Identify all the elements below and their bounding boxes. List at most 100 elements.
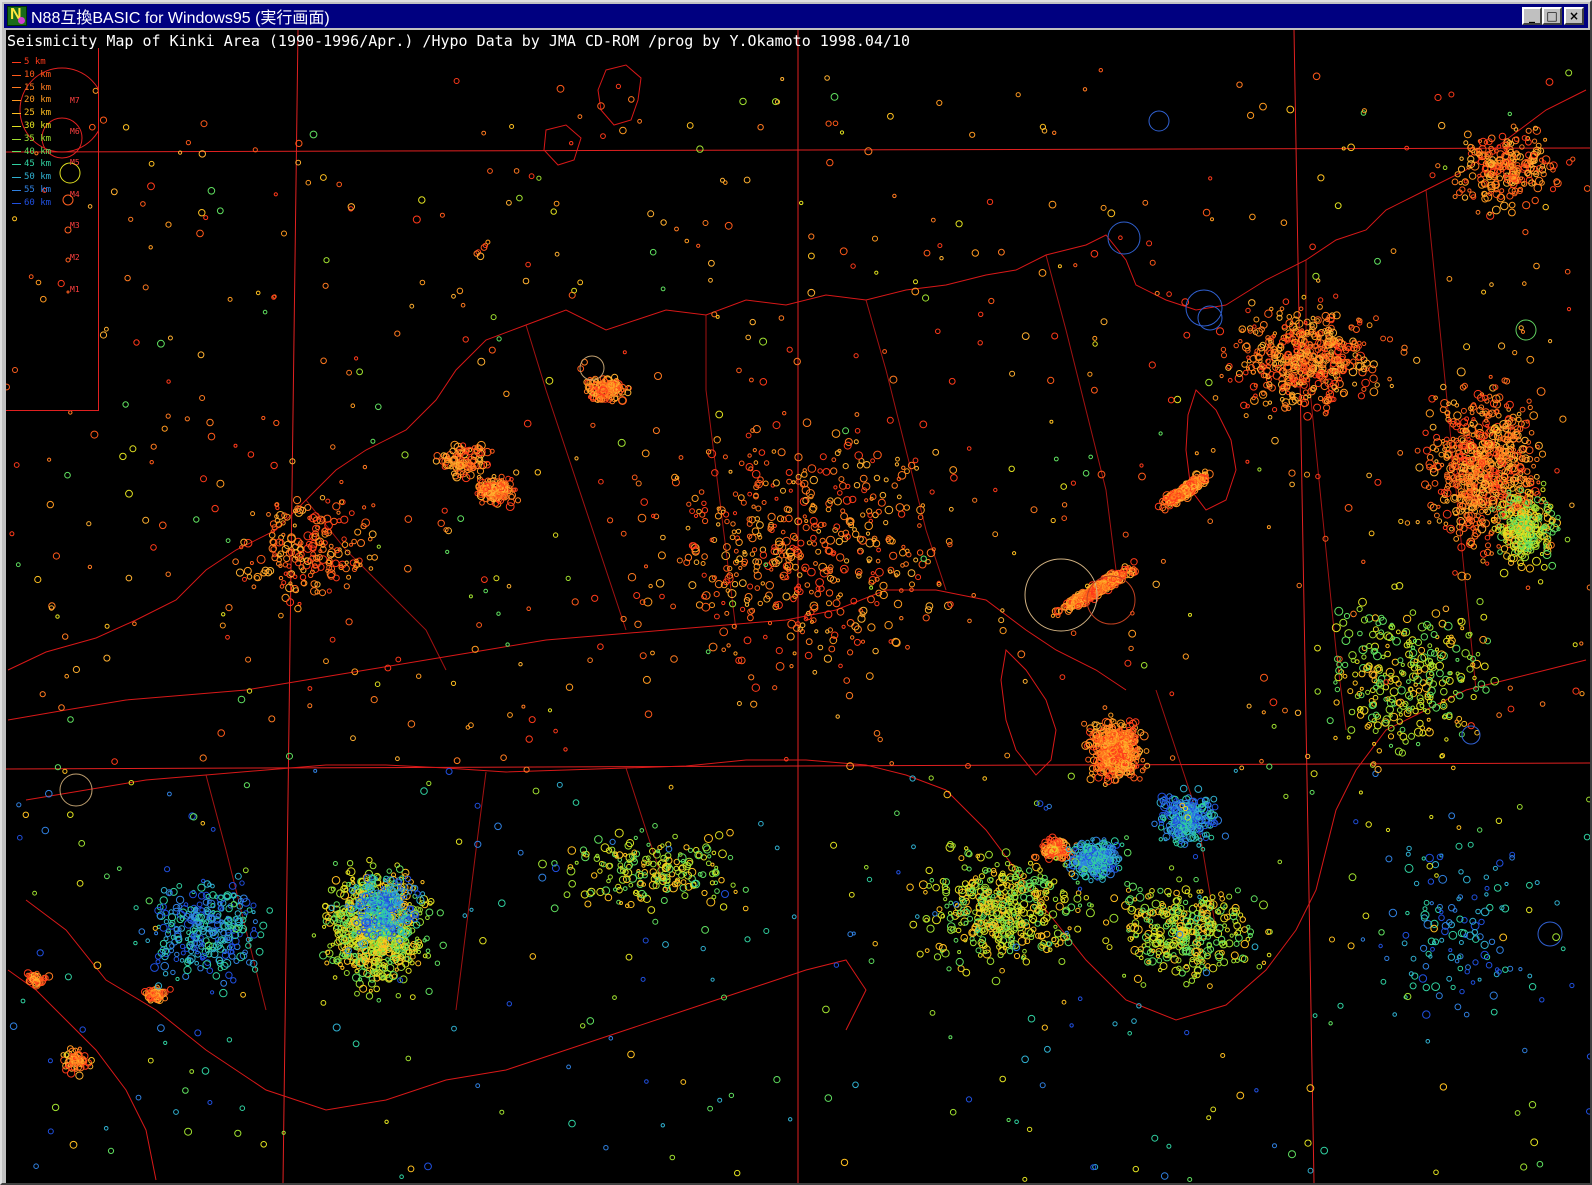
earthquake-marker [1151, 820, 1158, 827]
coastline-oki-island [597, 64, 642, 126]
earthquake-marker [183, 965, 192, 975]
minimize-button[interactable]: _ [1522, 7, 1542, 25]
map-grid [6, 30, 1590, 1183]
earthquake-marker [175, 895, 185, 905]
earthquake-marker [1085, 839, 1090, 845]
earthquake-marker [1525, 446, 1534, 455]
earthquake-marker [1313, 403, 1322, 412]
earthquake-marker [1536, 480, 1541, 485]
earthquake-marker [163, 919, 169, 925]
earthquake-marker [407, 902, 412, 907]
earthquake-marker [1527, 404, 1533, 411]
drawing-canvas[interactable]: Seismicity Map of Kinki Area (1990-1996/… [6, 30, 1590, 1183]
earthquake-marker [1548, 561, 1557, 570]
maximize-icon: □ [1546, 9, 1558, 23]
earthquake-marker [1429, 423, 1437, 431]
earthquake-marker [1361, 386, 1367, 392]
earthquake-marker [1480, 558, 1486, 564]
earthquake-marker [1485, 561, 1490, 566]
earthquake-marker [479, 500, 485, 506]
earthquake-marker [179, 958, 185, 963]
earthquake-marker [1317, 304, 1323, 310]
earthquake-marker [163, 936, 169, 942]
window-title: N88互換BASIC for Windows95 (実行画面) [31, 10, 330, 27]
earthquake-marker [199, 935, 204, 940]
earthquake-marker [250, 902, 257, 909]
earthquake-marker [1460, 407, 1467, 414]
earthquake-marker [1449, 526, 1454, 532]
earthquake-marker [1454, 483, 1459, 488]
earthquake-marker [1241, 361, 1248, 368]
earthquake-marker [180, 950, 186, 956]
earthquake-marker [410, 953, 416, 960]
earthquake-marker [366, 856, 373, 864]
earthquake-marker [225, 904, 233, 913]
earthquake-marker [368, 988, 373, 993]
earthquake-marker [1505, 400, 1514, 409]
earthquake-marker [1108, 712, 1114, 718]
coastline-seto-north [7, 589, 1127, 721]
earthquake-marker [259, 921, 268, 930]
window-controls: _ □ × [1522, 7, 1584, 25]
earthquake-marker [1404, 520, 1411, 526]
earthquake-marker [1238, 339, 1243, 344]
earthquake-marker [219, 988, 228, 998]
maximize-button[interactable]: □ [1542, 7, 1562, 25]
earthquake-marker [514, 497, 522, 504]
earthquake-marker [1540, 480, 1547, 487]
earthquake-marker [1318, 395, 1324, 402]
earthquake-marker [322, 924, 327, 929]
earthquake-marker [1144, 762, 1151, 769]
earthquake-marker [1221, 352, 1227, 359]
title-bar[interactable]: N N88互換BASIC for Windows95 (実行画面) _ □ × [4, 4, 1588, 28]
coastline-japan-sea [7, 234, 1227, 671]
app-window: N N88互換BASIC for Windows95 (実行画面) _ □ × [0, 0, 1592, 1185]
earthquake-marker [239, 880, 245, 886]
earthquake-marker [138, 928, 146, 935]
earthquake-marker [154, 931, 159, 936]
earthquake-marker [324, 960, 330, 966]
earthquake-marker [1529, 411, 1538, 420]
earthquake-marker [218, 894, 224, 900]
earthquake-marker [195, 950, 200, 955]
close-button[interactable]: × [1564, 7, 1584, 25]
coastlines [7, 64, 1587, 1181]
earthquake-marker [395, 993, 401, 999]
app-icon[interactable]: N [7, 6, 27, 26]
earthquake-marker [160, 961, 169, 971]
earthquake-marker [1533, 473, 1540, 480]
earthquake-marker [182, 973, 190, 980]
earthquake-marker [1248, 299, 1256, 307]
earthquake-marker [434, 960, 441, 966]
earthquake-marker [1172, 839, 1177, 844]
earthquake-marker [354, 968, 360, 974]
earthquake-marker [1272, 331, 1278, 336]
earthquake-marker [425, 915, 430, 921]
earthquake-marker [133, 905, 139, 911]
earthquake-marker [386, 868, 392, 874]
earthquake-marker [1307, 394, 1312, 399]
earthquake-marker [1357, 392, 1366, 400]
earthquake-marker [1143, 748, 1150, 754]
earthquake-marker [1119, 842, 1125, 848]
earthquake-marker [1196, 843, 1201, 848]
earthquake-marker [1085, 756, 1092, 763]
earthquake-marker [1111, 774, 1116, 779]
earthquake-marker [234, 872, 242, 880]
earthquake-marker [1135, 764, 1140, 769]
earthquake-marker [373, 985, 381, 993]
earthquake-marker [353, 952, 358, 958]
earthquake-marker [1233, 342, 1239, 349]
earthquake-marker [1245, 307, 1251, 314]
earthquake-marker [1453, 411, 1462, 420]
earthquake-marker [1279, 306, 1285, 312]
earthquake-marker [175, 976, 180, 982]
earthquake-marker [1208, 834, 1215, 841]
earthquake-marker [1443, 521, 1449, 527]
earthquake-marker [1470, 432, 1476, 438]
earthquake-marker [196, 901, 203, 908]
earthquake-marker [1456, 367, 1466, 377]
earthquake-marker [160, 887, 168, 894]
earthquake-marker [250, 930, 259, 939]
earthquake-marker [162, 971, 169, 977]
